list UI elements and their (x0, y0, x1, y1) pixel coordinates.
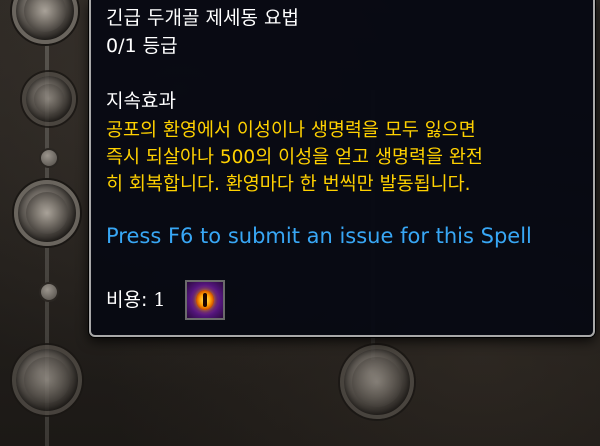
statue-icon (24, 357, 70, 403)
spell-description: 공포의 환영에서 이성이나 생명력을 모두 잃으면 즉시 되살아나 500의 이… (106, 120, 483, 195)
talent-node[interactable] (22, 72, 76, 126)
spell-title: 긴급 두개골 제세동 요법 (106, 7, 299, 29)
talent-node-small[interactable] (39, 282, 59, 302)
swirl-icon (34, 84, 64, 114)
spell-cost: 비용: 1 (106, 288, 166, 312)
spell-tooltip: 긴급 두개골 제세동 요법 0/1 등급 지속효과 공포의 환영에서 이성이나 … (89, 0, 595, 337)
cost-label: 비용: (106, 289, 148, 311)
cost-value: 1 (153, 289, 166, 311)
section-label: 지속효과 (106, 90, 176, 112)
swirl-icon (24, 0, 66, 32)
talent-node-bottom-left[interactable] (12, 345, 82, 415)
report-issue-link[interactable]: Press F6 to submit an issue for this Spe… (106, 222, 532, 250)
figure-icon (352, 357, 402, 407)
talent-node[interactable] (14, 180, 80, 246)
swirl-icon (26, 192, 68, 234)
talent-node-small[interactable] (39, 148, 59, 168)
talent-node-bottom-right[interactable] (340, 345, 414, 419)
spell-rank: 0/1 등급 (106, 35, 178, 57)
eye-icon (185, 280, 225, 320)
